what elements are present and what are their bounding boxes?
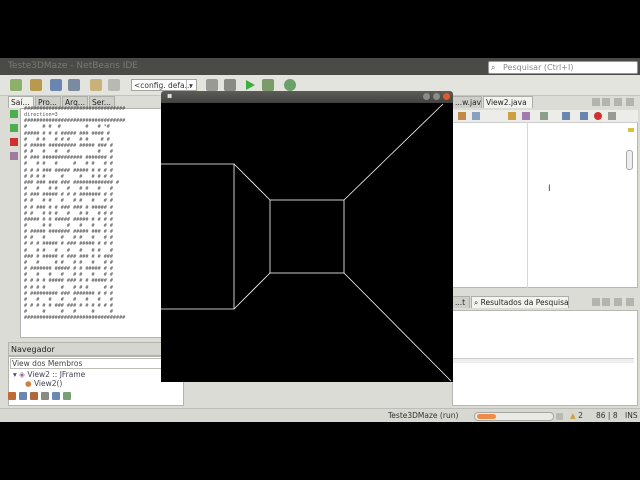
warnings-count-value: 2 [578,411,583,420]
output-stop-icon[interactable] [10,138,18,146]
members-view-select[interactable]: View dos Membros [10,358,182,369]
corridor-edge-top-right [343,103,444,201]
corridor-edge-bottom-right [343,272,452,382]
warnings-count[interactable]: ▲ 2 [570,409,583,422]
ide-title-bar: Teste3DMaze - NetBeans IDE ⌕ Pesquisar (… [0,58,640,75]
output-rerun-icon[interactable] [10,110,18,118]
output-text: ################################# direct… [24,106,126,322]
close-icon[interactable] [443,93,450,100]
tab-view2-java[interactable]: View2.java [483,96,533,108]
clean-build-icon[interactable] [224,79,236,91]
run-progress-fill [477,414,496,419]
tab-editor-file1[interactable]: ...w.java [452,96,482,108]
bottom-maximize-icon[interactable] [626,298,634,306]
tree-method-node[interactable]: ● View2() [25,379,62,388]
new-file-icon[interactable] [10,79,22,91]
filter-inherited-icon[interactable] [41,392,49,400]
editor-warning-marker[interactable] [628,128,634,132]
ide-title: Teste3DMaze - NetBeans IDE [8,61,138,71]
editor-stop-icon[interactable] [608,112,616,120]
new-project-icon[interactable] [30,79,42,91]
maximize-icon[interactable] [626,98,634,106]
bottom-tab-strip: ...t ⌕ Resultados da Pesquisa [452,296,638,310]
config-select-value: <config. defa... [134,81,192,90]
code-editor[interactable] [452,110,638,288]
build-icon[interactable] [206,79,218,91]
filter-fields-icon[interactable] [8,392,16,400]
progress-cancel-icon[interactable] [556,413,563,420]
open-project-icon[interactable] [50,79,62,91]
save-all-icon[interactable] [68,79,80,91]
corridor-edge-top-left [233,163,271,201]
corridor-edge-bottom-left [233,272,271,310]
play-icon [246,80,255,90]
editor-back-icon[interactable] [458,112,466,120]
search-icon: ⌕ [491,63,496,72]
left-opening [161,163,235,310]
bottom-list-icon[interactable] [614,298,622,306]
maze-3d-canvas[interactable] [161,103,453,382]
maze-window[interactable]: ▪ [161,91,453,382]
bottom-scroll-right-icon[interactable] [602,298,610,306]
method-icon: ● [25,379,34,388]
search-field[interactable]: ⌕ Pesquisar (Ctrl+I) [488,61,638,74]
tab-output-bottom[interactable]: ...t [452,296,470,308]
output-clear-icon[interactable] [10,152,18,160]
sort-icon[interactable] [52,392,60,400]
insert-mode: INS [625,411,638,420]
scroll-tabs-right-icon[interactable] [602,98,610,106]
undo-icon[interactable] [90,79,102,91]
editor-find-icon[interactable] [472,112,480,120]
editor-right-margin [527,122,528,288]
navigator-header[interactable]: Navegador [8,342,182,356]
filter-nonpublic-icon[interactable] [30,392,38,400]
bottom-scroll-left-icon[interactable] [592,298,600,306]
editor-macro-icon[interactable] [562,112,570,120]
status-bar: Teste3DMaze (run) ▲ 2 86 | 8 INS [0,408,640,422]
run-progress-bar [474,412,554,421]
tab-list-icon[interactable] [614,98,622,106]
class-node-label: View2 :: JFrame [27,370,86,379]
editor-record-icon[interactable] [594,112,602,120]
tab-search-results[interactable]: ⌕ Resultados da Pesquisa [471,296,569,308]
minimize-icon[interactable] [423,93,430,100]
scroll-tabs-left-icon[interactable] [592,98,600,106]
output-rerun2-icon[interactable] [10,124,18,132]
warning-icon: ▲ [570,411,576,420]
editor-toolbar [452,110,638,123]
debug-icon[interactable] [262,79,274,91]
maximize-window-icon[interactable] [433,93,440,100]
config-select[interactable]: <config. defa... ▾ [131,79,197,92]
tree-class-node[interactable]: ▾ ◈ View2 :: JFrame [13,370,85,379]
run-status-label[interactable]: Teste3DMaze (run) [388,409,458,422]
window-menu-icon[interactable]: ▪ [167,91,172,100]
editor-shift-icon[interactable] [522,112,530,120]
sort-alpha-icon[interactable] [63,392,71,400]
text-cursor-icon: I [548,184,551,194]
maze-3d-view [161,103,452,382]
profile-icon[interactable] [284,79,296,91]
navigator-toolbar [8,392,74,404]
redo-icon[interactable] [108,79,120,91]
editor-bookmark-icon[interactable] [508,112,516,120]
caret-position: 86 | 8 [596,411,618,420]
method-node-label: View2() [33,379,63,388]
maze-window-title-bar[interactable]: ▪ [161,91,453,103]
far-wall [269,199,345,274]
search-placeholder: Pesquisar (Ctrl+I) [503,63,574,72]
editor-tab-strip: ...w.java View2.java [452,96,638,110]
filter-static-icon[interactable] [19,392,27,400]
editor-comment-icon[interactable] [540,112,548,120]
editor-macro-stop-icon[interactable] [580,112,588,120]
search-results-label: Resultados da Pesquisa [480,298,569,307]
run-icon[interactable] [244,79,256,91]
editor-scrollbar[interactable] [626,150,633,170]
search-results-icon: ⌕ [474,298,481,307]
